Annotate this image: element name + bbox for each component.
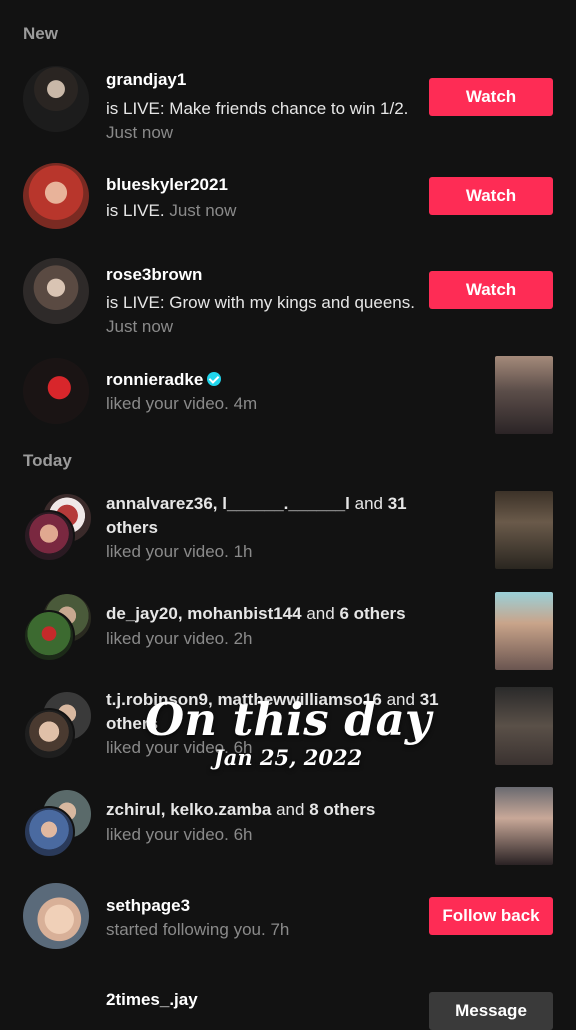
video-thumbnail[interactable] bbox=[495, 592, 553, 670]
watch-button[interactable]: Watch bbox=[429, 271, 553, 309]
notification-text: is LIVE: Make friends chance to win 1/2.… bbox=[106, 99, 409, 142]
notification-text: de_jay20, mohanbist144 and 6 others bbox=[106, 604, 406, 623]
notification-text: is LIVE: Grow with my kings and queens. … bbox=[106, 293, 415, 336]
avatar bbox=[23, 510, 75, 562]
video-thumbnail[interactable] bbox=[495, 787, 553, 865]
notification-text: liked your video. 4m bbox=[106, 394, 258, 413]
timestamp: 6h bbox=[233, 825, 253, 844]
notification-text: is LIVE. Just now bbox=[106, 201, 237, 220]
username[interactable]: 2times_.jay bbox=[106, 990, 198, 1010]
notification-text: zchirul, kelko.zamba and 8 others bbox=[106, 800, 376, 819]
avatar bbox=[23, 806, 75, 858]
avatar bbox=[23, 610, 75, 662]
username[interactable]: sethpage3 bbox=[106, 896, 190, 916]
timestamp: 2h bbox=[233, 629, 253, 648]
verified-badge-icon bbox=[207, 372, 222, 386]
timestamp: 1h bbox=[233, 542, 253, 561]
avatar[interactable] bbox=[23, 163, 89, 229]
username[interactable]: blueskyler2021 bbox=[106, 175, 228, 195]
watch-button[interactable]: Watch bbox=[429, 177, 553, 215]
section-header-new: New bbox=[23, 24, 58, 43]
avatar-group[interactable] bbox=[23, 788, 93, 858]
username[interactable]: rose3brown bbox=[106, 265, 202, 285]
avatar[interactable] bbox=[23, 883, 89, 949]
username[interactable]: grandjay1 bbox=[106, 70, 186, 90]
notification-subtext: liked your video. 2h bbox=[106, 629, 253, 648]
message-button[interactable]: Message bbox=[429, 992, 553, 1030]
video-thumbnail[interactable] bbox=[495, 356, 553, 434]
follow-back-button[interactable]: Follow back bbox=[429, 897, 553, 935]
notification-subtext: liked your video. 1h bbox=[106, 542, 253, 561]
overlay-date: Jan 25, 2022 bbox=[213, 745, 363, 770]
username-verified[interactable]: ronnieradke bbox=[106, 370, 222, 390]
avatar-group[interactable] bbox=[23, 492, 93, 562]
video-thumbnail[interactable] bbox=[495, 491, 553, 569]
notification-subtext: liked your video. 6h bbox=[106, 825, 253, 844]
timestamp: 4m bbox=[233, 394, 258, 413]
watch-button[interactable]: Watch bbox=[429, 78, 553, 116]
overlay-title: On this day bbox=[145, 693, 431, 746]
avatar[interactable] bbox=[23, 258, 89, 324]
avatar[interactable] bbox=[23, 66, 89, 132]
timestamp: 7h bbox=[270, 920, 290, 939]
avatar-group[interactable] bbox=[23, 592, 93, 662]
notification-text: started following you. 7h bbox=[106, 920, 290, 939]
avatar[interactable] bbox=[23, 358, 89, 424]
timestamp: Just now bbox=[106, 123, 174, 142]
section-header-today: Today bbox=[23, 451, 72, 470]
timestamp: Just now bbox=[169, 201, 237, 220]
timestamp: Just now bbox=[106, 317, 174, 336]
notification-text: annalvarez36, l______.______l and 31 oth… bbox=[106, 494, 407, 537]
